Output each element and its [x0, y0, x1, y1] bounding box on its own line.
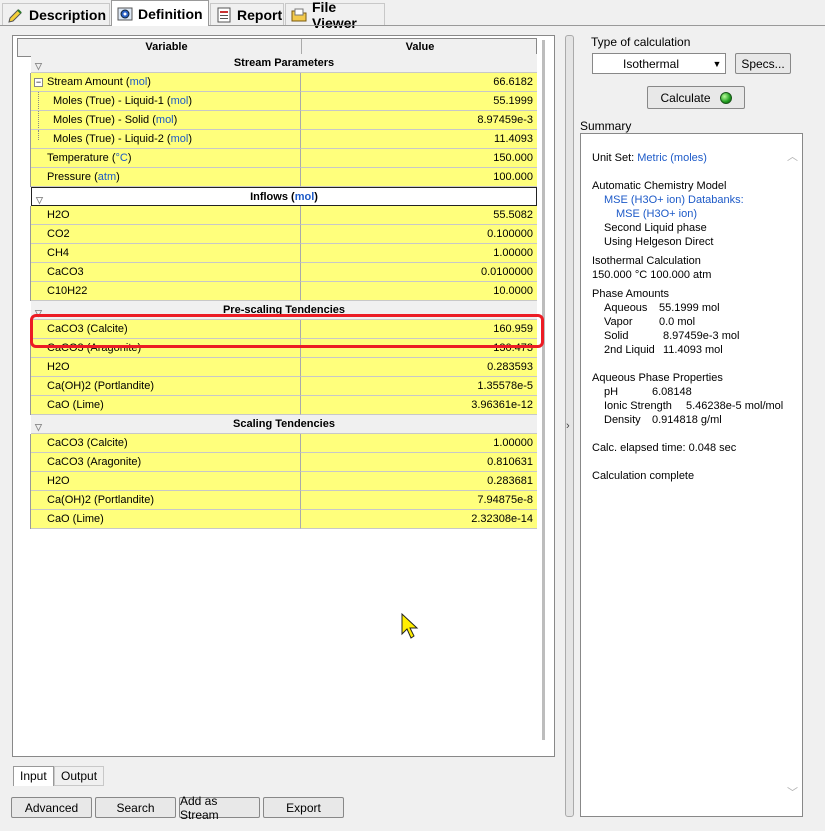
table-row[interactable]: Ca(OH)2 (Portlandite) 7.94875e-8: [17, 491, 537, 510]
databank-link[interactable]: MSE (H3O+ ion) Databanks:: [604, 194, 744, 206]
conditions-text: 150.000 °C 100.000 atm: [592, 269, 712, 281]
elapsed-time-text: Calc. elapsed time: 0.048 sec: [592, 442, 737, 454]
tab-definition[interactable]: Definition: [111, 0, 209, 26]
section-scaling-tendencies[interactable]: ▽ Scaling Tendencies: [31, 415, 537, 434]
table-row[interactable]: Temperature (°C) 150.000: [17, 149, 537, 168]
table-row[interactable]: CaCO3 (Calcite) 1.00000: [17, 434, 537, 453]
scroll-down-icon[interactable]: ﹀: [787, 784, 798, 800]
table-row[interactable]: Pressure (atm) 100.000: [17, 168, 537, 187]
table-row[interactable]: Ca(OH)2 (Portlandite) 1.35578e-5: [17, 377, 537, 396]
pencil-tag-icon: [8, 7, 24, 23]
unit-set-link[interactable]: Metric (moles): [637, 152, 707, 164]
phase-value: 11.4093 mol: [663, 344, 723, 356]
table-row[interactable]: CaO (Lime) 3.96361e-12: [17, 396, 537, 415]
variable-grid: Variable Value ▽ Stream Parameters − Str…: [12, 35, 555, 757]
tree-line: [38, 92, 39, 110]
table-row[interactable]: CH4 1.00000: [17, 244, 537, 263]
mouse-cursor-icon: [400, 612, 422, 643]
phase-amounts-heading: Phase Amounts: [592, 288, 670, 300]
export-button[interactable]: Export: [263, 797, 344, 818]
type-of-calculation-label: Type of calculation: [591, 35, 691, 49]
scroll-up-icon[interactable]: ︿: [787, 148, 798, 164]
table-row[interactable]: − Stream Amount (mol) 66.6182: [17, 73, 537, 92]
tab-file-viewer[interactable]: File Viewer: [285, 0, 385, 31]
tree-line: [38, 130, 39, 140]
tab-input[interactable]: Input: [13, 766, 54, 786]
tab-output[interactable]: Output: [54, 766, 105, 786]
isothermal-calc-text: Isothermal Calculation: [592, 255, 701, 267]
databank-sub-link[interactable]: MSE (H3O+ ion): [616, 208, 697, 220]
table-row[interactable]: H2O 55.5082: [17, 206, 537, 225]
section-inflows[interactable]: ▽ Inflows (mol): [31, 187, 537, 206]
phase-value: 0.0 mol: [659, 316, 696, 328]
prop-name: Ionic Strength: [604, 400, 672, 412]
collapse-minus-icon[interactable]: −: [34, 78, 43, 87]
phase-value: 8.97459e-3 mol: [663, 330, 740, 342]
table-row[interactable]: CaCO3 0.0100000: [17, 263, 537, 282]
phase-row: Aqueous: [604, 302, 648, 314]
aqueous-props-heading: Aqueous Phase Properties: [592, 372, 723, 384]
add-as-stream-button[interactable]: Add as Stream: [179, 794, 260, 822]
gear-icon: [117, 6, 133, 22]
table-row[interactable]: Moles (True) - Liquid-2 (mol) 11.4093: [17, 130, 537, 149]
chevron-down-icon[interactable]: ▼: [709, 59, 725, 69]
report-icon: [216, 7, 232, 23]
calculation-type-select[interactable]: Isothermal ▼: [592, 53, 726, 74]
table-row[interactable]: CaCO3 (Aragonite) 0.810631: [17, 453, 537, 472]
advanced-button[interactable]: Advanced: [11, 797, 92, 818]
table-row[interactable]: H2O 0.283681: [17, 472, 537, 491]
table-row[interactable]: CO2 0.100000: [17, 225, 537, 244]
phase-row: Solid: [604, 330, 629, 342]
second-liquid-text: Second Liquid phase: [604, 222, 707, 234]
section-stream-parameters[interactable]: ▽ Stream Parameters: [31, 54, 537, 73]
table-row[interactable]: Moles (True) - Solid (mol) 8.97459e-3: [17, 111, 537, 130]
specs-button[interactable]: Specs...: [735, 53, 791, 74]
unit-set-line: Unit Set: Metric (moles): [592, 152, 707, 164]
table-row[interactable]: H2O 0.283593: [17, 358, 537, 377]
tree-line: [38, 111, 39, 129]
table-row[interactable]: C10H22 10.0000: [17, 282, 537, 301]
folder-icon: [291, 7, 307, 23]
status-led-icon: [719, 91, 732, 104]
prop-value: 5.46238e-5 mol/mol: [686, 400, 784, 412]
grid-scrollbar[interactable]: [542, 40, 545, 740]
highlight-box: [30, 314, 544, 348]
tab-report[interactable]: Report: [210, 3, 284, 25]
summary-label: Summary: [580, 119, 632, 133]
prop-name: Density: [604, 414, 641, 426]
search-button[interactable]: Search: [95, 797, 176, 818]
table-row[interactable]: Moles (True) - Liquid-1 (mol) 55.1999: [17, 92, 537, 111]
prop-value: 0.914818 g/ml: [652, 414, 722, 426]
calculate-button[interactable]: Calculate: [647, 86, 745, 109]
phase-value: 55.1999 mol: [659, 302, 720, 314]
helgeson-text: Using Helgeson Direct: [604, 236, 714, 248]
prop-value: 6.08148: [652, 386, 692, 398]
phase-row: 2nd Liquid: [604, 344, 655, 356]
calculation-status-text: Calculation complete: [592, 470, 695, 482]
tab-bar: Description Definition Report File Viewe…: [0, 0, 825, 31]
phase-row: Vapor: [604, 316, 633, 328]
table-row[interactable]: CaO (Lime) 2.32308e-14: [17, 510, 537, 529]
summary-panel: Unit Set: Metric (moles) ︿ Automatic Che…: [580, 133, 803, 817]
chevron-right-icon[interactable]: ›: [566, 420, 570, 432]
tab-description[interactable]: Description: [2, 3, 110, 25]
chemistry-model-text: Automatic Chemistry Model: [592, 180, 727, 192]
prop-name: pH: [604, 386, 619, 398]
